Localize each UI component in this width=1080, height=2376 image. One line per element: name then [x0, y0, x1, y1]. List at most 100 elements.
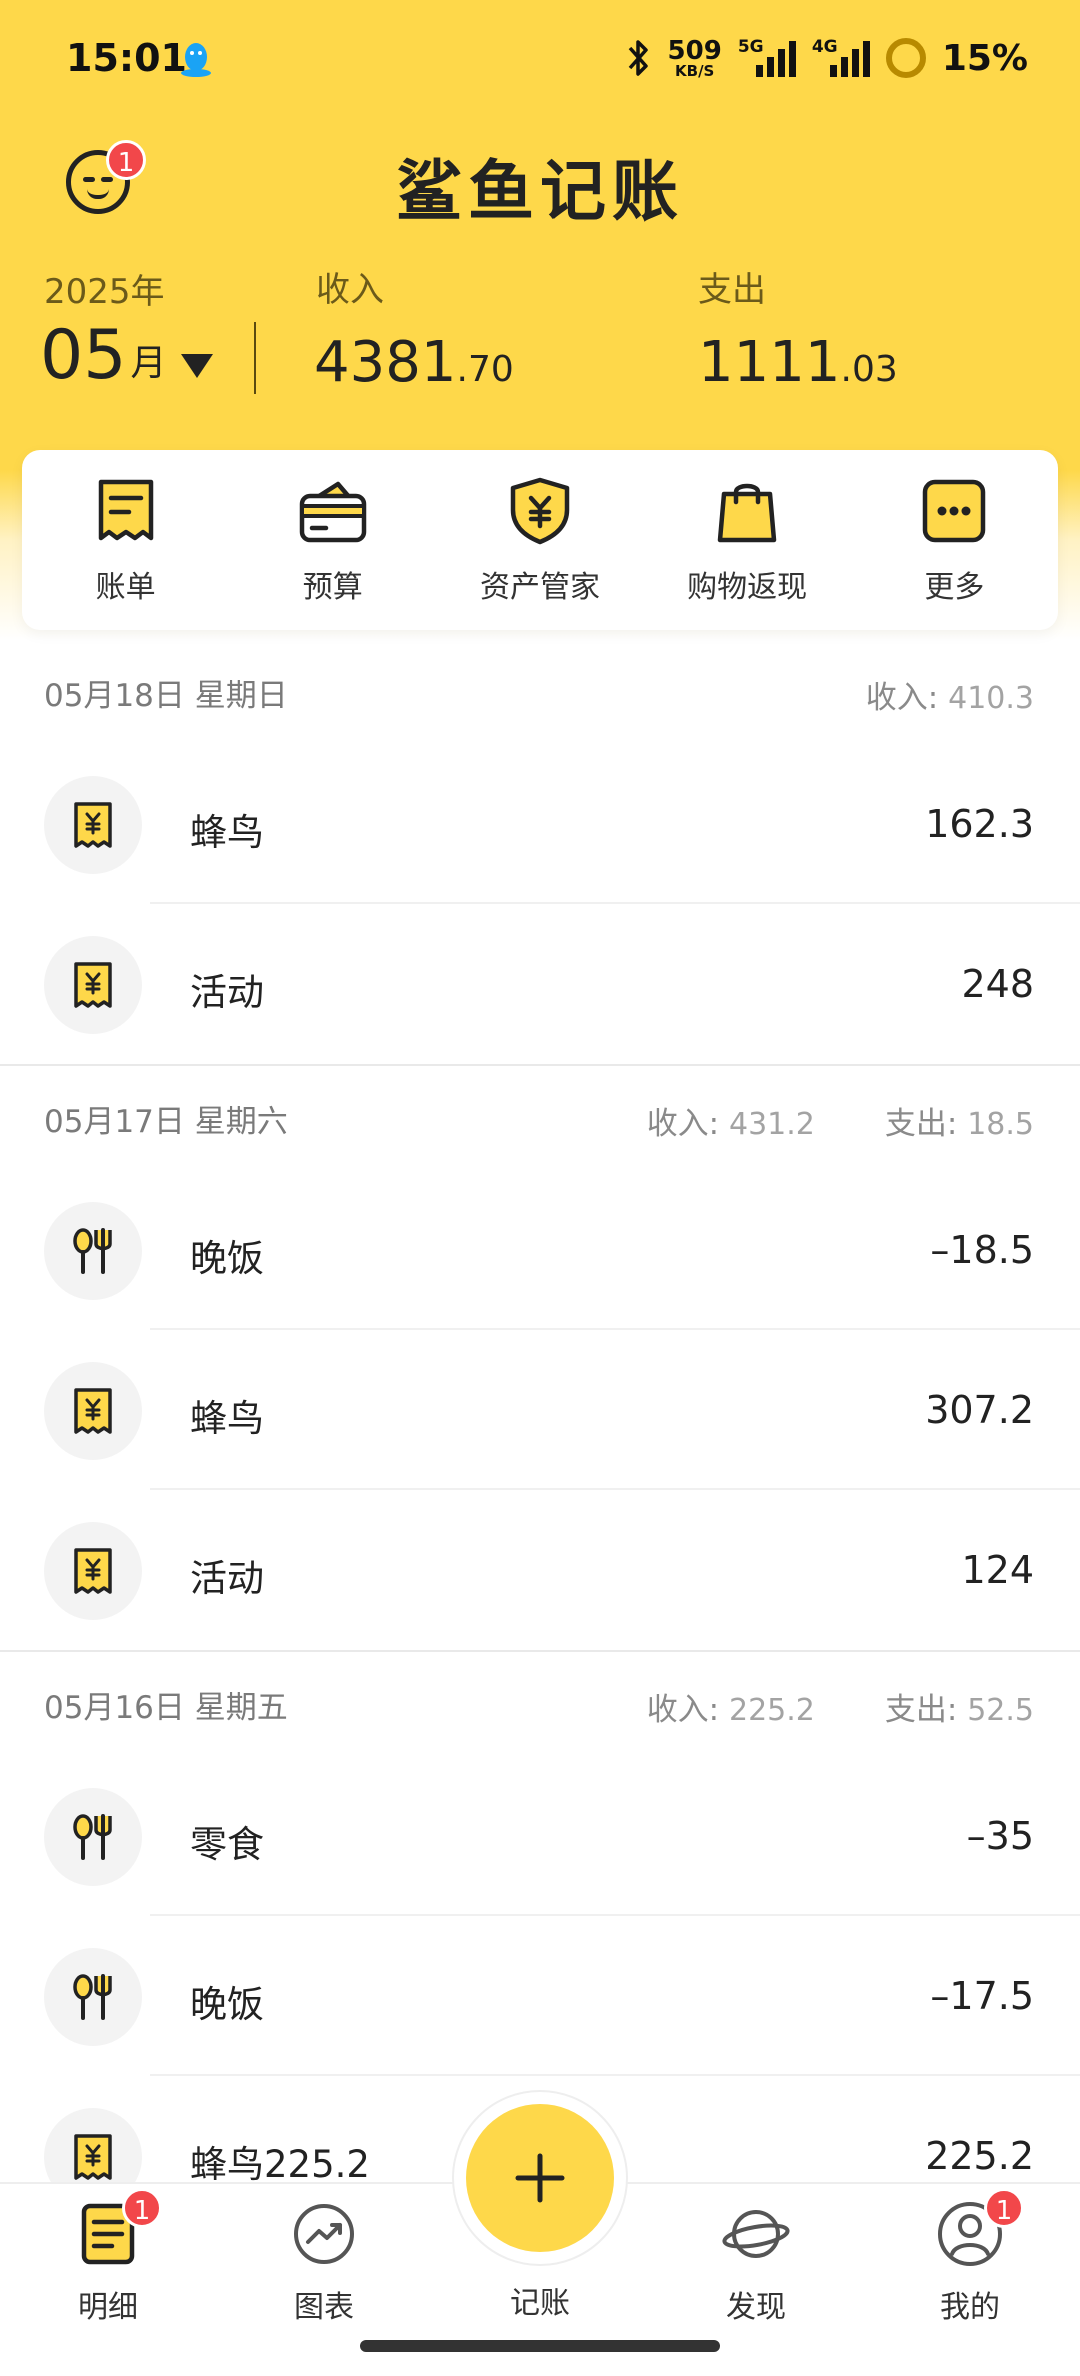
battery-percent: 15% — [941, 37, 1028, 79]
dining-utensils-icon-svg — [73, 1974, 112, 2020]
list-item[interactable]: 蜂鸟 307.2 — [0, 1330, 1080, 1490]
item-amount: 248 — [961, 962, 1034, 1006]
item-name: 零食 — [190, 1823, 264, 1866]
transaction-list: 05月18日 星期日 收入: 410.3 蜂鸟 162.3 活动 248 05月… — [0, 640, 1080, 2236]
brand-title: 鲨鱼记账 — [396, 152, 684, 230]
status-time: 15:01 — [66, 36, 187, 80]
day-summary: 收入: 410.3 — [866, 672, 1034, 717]
planet-icon — [722, 2210, 790, 2258]
expense-label: 支出 — [698, 270, 766, 310]
qq-penguin-icon — [181, 43, 211, 77]
quick-menu-assets[interactable]: 资产管家 — [445, 474, 635, 606]
quick-menu-bill[interactable]: 账单 — [31, 474, 221, 606]
nav-tab-details[interactable]: 明细 — [18, 2198, 198, 2326]
details-notification-badge: 1 — [122, 2188, 162, 2228]
list-item[interactable]: 零食 –35 — [0, 1756, 1080, 1916]
dining-utensils-icon-svg — [73, 1814, 112, 1860]
dining-utensils-icon — [44, 1948, 142, 2046]
network-speed-value: 509 — [667, 35, 722, 66]
day-income: 收入: 410.3 — [866, 672, 1034, 717]
home-indicator[interactable] — [360, 2340, 720, 2352]
nav-tab-discover[interactable]: 发现 — [666, 2198, 846, 2326]
item-amount: 162.3 — [925, 802, 1034, 846]
day-group-header: 05月18日 星期日 收入: 410.3 — [0, 640, 1080, 744]
nav-tab-mine[interactable]: 我的 — [880, 2198, 1060, 2326]
item-amount: 225.2 — [925, 2134, 1034, 2178]
quick-menu-card: 账单 预算 资产管家 购物返现 更多 — [22, 450, 1058, 630]
status-bar: 15:01 509 KB/S 5G 4G 15% — [0, 0, 1080, 120]
budget-wallet-icon — [299, 481, 367, 543]
receipt-yen-icon-svg — [74, 1548, 112, 1594]
day-date: 05月18日 星期日 — [44, 678, 288, 714]
expense-integer: 1111 — [698, 330, 841, 395]
day-expense-label: 支出: — [884, 1692, 958, 1728]
list-item[interactable]: 晚饭 –17.5 — [0, 1916, 1080, 2076]
quick-menu-more[interactable]: 更多 — [859, 474, 1049, 606]
day-expense-label: 支出: — [884, 1106, 958, 1142]
dining-utensils-icon-svg — [73, 1228, 112, 1274]
record-button[interactable] — [466, 2104, 614, 2252]
quick-menu-label: 更多 — [924, 570, 985, 605]
income-total: 4381.70 — [314, 330, 514, 395]
item-name: 晚饭 — [190, 1237, 264, 1280]
day-income-value: 410.3 — [948, 681, 1034, 716]
day-expense: 支出: 52.5 — [885, 1684, 1034, 1729]
dining-utensils-icon — [44, 1202, 142, 1300]
item-amount: 124 — [961, 1548, 1034, 1592]
plus-icon — [515, 2153, 565, 2203]
item-amount: –18.5 — [930, 1228, 1034, 1272]
month-selector[interactable]: 05 月 — [40, 318, 213, 394]
list-item[interactable]: 蜂鸟 162.3 — [0, 744, 1080, 904]
day-group-header: 05月17日 星期六 收入: 431.2 支出: 18.5 — [0, 1066, 1080, 1170]
receipt-yen-icon — [44, 1362, 142, 1460]
nav-label: 发现 — [726, 2290, 786, 2325]
nav-tab-charts[interactable]: 图表 — [234, 2198, 414, 2326]
item-name: 蜂鸟 — [190, 1397, 264, 1440]
list-item[interactable]: 晚饭 –18.5 — [0, 1170, 1080, 1330]
signal-4g-icon: 4G — [812, 37, 870, 79]
day-income-label: 收入: — [865, 680, 939, 716]
income-integer: 4381 — [314, 330, 457, 395]
item-name: 晚饭 — [190, 1983, 264, 2026]
day-income-label: 收入: — [646, 1692, 720, 1728]
day-expense-value: 52.5 — [967, 1693, 1034, 1728]
nav-label: 我的 — [940, 2290, 1000, 2325]
day-date: 05月16日 星期五 — [44, 1690, 288, 1726]
item-name: 活动 — [190, 971, 264, 1014]
receipt-yen-icon — [44, 1522, 142, 1620]
day-summary: 收入: 225.2 支出: 52.5 — [647, 1684, 1034, 1729]
receipt-yen-icon-svg — [74, 1388, 112, 1434]
list-item[interactable]: 活动 124 — [0, 1490, 1080, 1650]
day-expense: 支出: 18.5 — [885, 1098, 1034, 1143]
income-label: 收入 — [316, 270, 384, 310]
network-speed-unit: KB/S — [675, 61, 715, 80]
day-summary: 收入: 431.2 支出: 18.5 — [647, 1098, 1034, 1143]
receipt-yen-icon-svg — [74, 802, 112, 848]
mine-notification-badge: 1 — [984, 2188, 1024, 2228]
quick-menu-label: 账单 — [95, 570, 156, 605]
month-number: 05 — [40, 316, 127, 395]
network-speed: 509 KB/S — [668, 38, 722, 79]
list-item[interactable]: 活动 248 — [0, 904, 1080, 1064]
quick-menu-budget[interactable]: 预算 — [238, 474, 428, 606]
receipt-yen-icon-svg — [74, 962, 112, 1008]
bill-icon — [98, 479, 153, 541]
summary-divider — [254, 322, 256, 394]
day-date: 05月17日 星期六 — [44, 1104, 288, 1140]
item-amount: –17.5 — [930, 1974, 1034, 2018]
item-name: 蜂鸟 — [190, 811, 264, 854]
quick-menu-label: 资产管家 — [479, 570, 600, 605]
day-group-header: 05月16日 星期五 收入: 225.2 支出: 52.5 — [0, 1652, 1080, 1756]
bluetooth-icon — [628, 40, 648, 76]
item-name: 蜂鸟225.2 — [190, 2143, 370, 2186]
quick-menu-shopping[interactable]: 购物返现 — [652, 474, 842, 606]
day-income: 收入: 225.2 — [647, 1684, 815, 1729]
shopping-bag-icon — [717, 483, 777, 543]
day-expense-value: 18.5 — [967, 1107, 1034, 1142]
nav-label: 图表 — [294, 2290, 354, 2325]
item-amount: –35 — [966, 1814, 1034, 1858]
year-label[interactable]: 2025年 — [44, 264, 165, 313]
battery-icon — [885, 38, 926, 78]
income-decimal: .70 — [456, 349, 514, 390]
nav-label: 明细 — [78, 2290, 138, 2325]
